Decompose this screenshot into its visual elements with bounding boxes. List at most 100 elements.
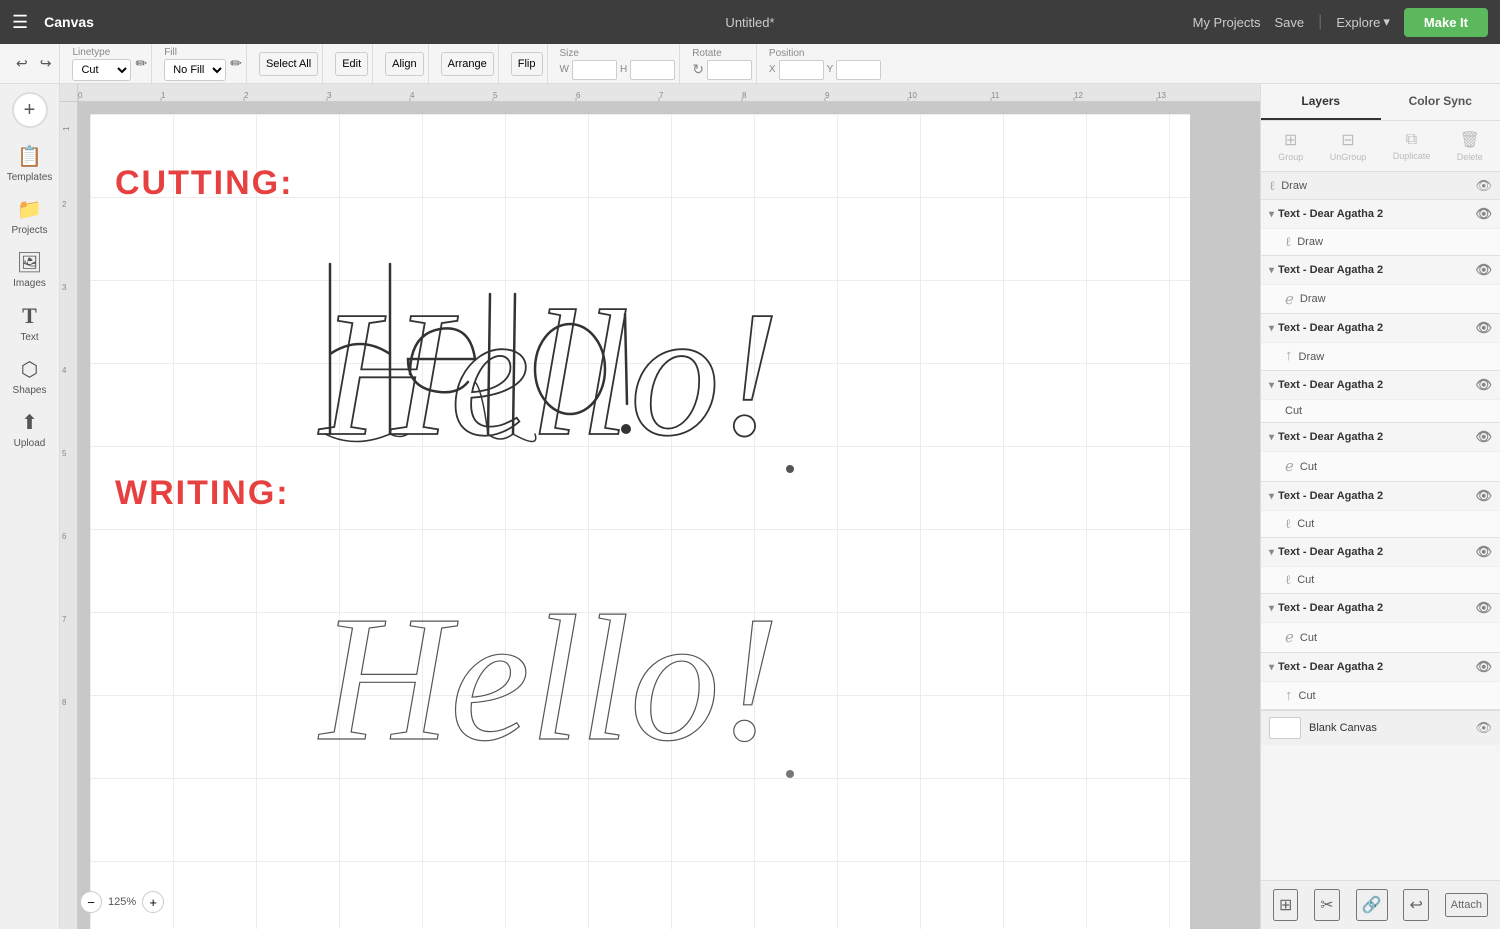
canvas-scroll[interactable]: CUTTING: bbox=[78, 102, 1260, 929]
rotate-input[interactable] bbox=[707, 60, 752, 80]
topbar: ☰ Canvas Untitled* My Projects Save | Ex… bbox=[0, 0, 1500, 44]
text-icon: T bbox=[22, 303, 37, 329]
layer-child-8[interactable]: ℯ Cut bbox=[1261, 622, 1500, 652]
width-input[interactable] bbox=[572, 60, 617, 80]
project-title[interactable]: Untitled* bbox=[725, 15, 774, 30]
blank-canvas-eye[interactable]: 👁 bbox=[1475, 720, 1492, 736]
my-projects-link[interactable]: My Projects bbox=[1193, 15, 1261, 30]
child-icon-1: ℓ bbox=[1285, 234, 1291, 250]
y-position-input[interactable] bbox=[836, 60, 881, 80]
zoom-out-button[interactable]: − bbox=[80, 891, 102, 913]
linetype-select[interactable]: Cut Draw Score bbox=[72, 59, 131, 81]
layer-group-8: ▾ Text - Dear Agatha 2 👁 ℯ Cut bbox=[1261, 594, 1500, 653]
layer-eye-1[interactable]: 👁 bbox=[1475, 206, 1492, 222]
flip-button[interactable]: Flip bbox=[511, 52, 543, 76]
parent-label-2: Text - Dear Agatha 2 bbox=[1278, 264, 1471, 276]
panel-link-button[interactable]: 🔗 bbox=[1356, 889, 1388, 921]
layer-eye-5[interactable]: 👁 bbox=[1475, 429, 1492, 445]
layer-eye-7[interactable]: 👁 bbox=[1475, 544, 1492, 560]
cutting-label: CUTTING: bbox=[115, 164, 293, 203]
layer-eye-8[interactable]: 👁 bbox=[1475, 600, 1492, 616]
layer-parent-3[interactable]: ▾ Text - Dear Agatha 2 👁 bbox=[1261, 314, 1500, 342]
fill-select[interactable]: No Fill Fill bbox=[164, 59, 226, 81]
sidebar-item-text[interactable]: T Text bbox=[4, 297, 56, 349]
tab-layers[interactable]: Layers bbox=[1261, 84, 1381, 120]
layer-child-9[interactable]: ↑ Cut bbox=[1261, 681, 1500, 709]
save-link[interactable]: Save bbox=[1275, 15, 1305, 30]
layer-child-7[interactable]: ℓ Cut bbox=[1261, 566, 1500, 593]
group-icon: ⊞ bbox=[1284, 130, 1297, 150]
layer-eye-4[interactable]: 👁 bbox=[1475, 377, 1492, 393]
layer-eye-2[interactable]: 👁 bbox=[1475, 262, 1492, 278]
child-icon-8: ℯ bbox=[1285, 628, 1294, 647]
svg-text:13: 13 bbox=[1157, 91, 1166, 100]
layer-parent-1[interactable]: ▾ Text - Dear Agatha 2 👁 bbox=[1261, 200, 1500, 228]
select-all-button[interactable]: Select All bbox=[259, 52, 318, 76]
panel-undo-button[interactable]: ↩ bbox=[1403, 889, 1428, 921]
images-icon: 🖼 bbox=[17, 250, 42, 275]
layer-child-4[interactable]: Cut bbox=[1261, 399, 1500, 422]
delete-button[interactable]: 🗑 Delete bbox=[1451, 127, 1489, 165]
layer-parent-2[interactable]: ▾ Text - Dear Agatha 2 👁 bbox=[1261, 256, 1500, 284]
sidebar-item-upload[interactable]: ⬆ Upload bbox=[4, 404, 56, 455]
sidebar-item-templates[interactable]: 📋 Templates bbox=[4, 138, 56, 189]
arrange-button[interactable]: Arrange bbox=[441, 52, 494, 76]
layer-parent-6[interactable]: ▾ Text - Dear Agatha 2 👁 bbox=[1261, 482, 1500, 510]
app-title: Canvas bbox=[44, 14, 94, 30]
writing-label: WRITING: bbox=[115, 474, 290, 513]
zoom-in-button[interactable]: + bbox=[142, 891, 164, 913]
height-input[interactable] bbox=[630, 60, 675, 80]
group-button[interactable]: ⊞ Group bbox=[1272, 127, 1309, 165]
svg-text:10: 10 bbox=[908, 91, 917, 100]
svg-text:Hello!: Hello! bbox=[318, 579, 780, 778]
tab-color-sync[interactable]: Color Sync bbox=[1381, 84, 1500, 120]
sidebar-item-images[interactable]: 🖼 Images bbox=[4, 244, 56, 295]
layer-child-draw-top[interactable]: ℓ Draw 👁 bbox=[1261, 172, 1500, 199]
child-icon-7: ℓ bbox=[1285, 572, 1291, 588]
redo-button[interactable]: ↪ bbox=[36, 53, 56, 74]
layer-group-5: ▾ Text - Dear Agatha 2 👁 ℯ Cut bbox=[1261, 423, 1500, 482]
layer-parent-8[interactable]: ▾ Text - Dear Agatha 2 👁 bbox=[1261, 594, 1500, 622]
layer-eye-icon[interactable]: 👁 bbox=[1475, 178, 1492, 194]
menu-icon[interactable]: ☰ bbox=[12, 12, 28, 33]
edit-button[interactable]: Edit bbox=[335, 52, 368, 76]
expand-icon-3: ▾ bbox=[1269, 323, 1274, 334]
layers-content: ℓ Draw 👁 ▾ Text - Dear Agatha 2 👁 ℓ Draw bbox=[1261, 172, 1500, 880]
panel-bottom: ⊞ ✂ 🔗 ↩ Attach bbox=[1261, 880, 1500, 929]
layer-parent-7[interactable]: ▾ Text - Dear Agatha 2 👁 bbox=[1261, 538, 1500, 566]
layer-eye-9[interactable]: 👁 bbox=[1475, 659, 1492, 675]
align-button[interactable]: Align bbox=[385, 52, 423, 76]
sidebar-item-shapes[interactable]: ⬡ Shapes bbox=[4, 351, 56, 402]
upload-icon: ⬆ bbox=[21, 410, 38, 435]
panel-grid-button[interactable]: ⊞ bbox=[1273, 889, 1298, 921]
layer-parent-5[interactable]: ▾ Text - Dear Agatha 2 👁 bbox=[1261, 423, 1500, 451]
layer-child-5[interactable]: ℯ Cut bbox=[1261, 451, 1500, 481]
layer-child-6[interactable]: ℓ Cut bbox=[1261, 510, 1500, 537]
panel-attach-button[interactable]: Attach bbox=[1445, 893, 1488, 917]
svg-text:1: 1 bbox=[161, 91, 166, 100]
duplicate-button[interactable]: ⧉ Duplicate bbox=[1387, 128, 1437, 164]
layer-eye-3[interactable]: 👁 bbox=[1475, 320, 1492, 336]
pen-icon: ✏ bbox=[135, 55, 147, 72]
make-it-button[interactable]: Make It bbox=[1404, 8, 1488, 37]
panel-scissors-button[interactable]: ✂ bbox=[1314, 889, 1339, 921]
layer-group-3: ▾ Text - Dear Agatha 2 👁 ↑ Draw bbox=[1261, 314, 1500, 371]
undo-button[interactable]: ↩ bbox=[12, 53, 32, 74]
blank-canvas-row[interactable]: Blank Canvas 👁 bbox=[1261, 710, 1500, 745]
templates-icon: 📋 bbox=[17, 144, 42, 169]
x-position-input[interactable] bbox=[779, 60, 824, 80]
svg-text:9: 9 bbox=[825, 91, 830, 100]
ungroup-button[interactable]: ⊟ UnGroup bbox=[1324, 127, 1373, 165]
layer-child-3[interactable]: ↑ Draw bbox=[1261, 342, 1500, 370]
explore-btn[interactable]: Explore ▾ bbox=[1336, 14, 1390, 30]
layer-group-9: ▾ Text - Dear Agatha 2 👁 ↑ Cut bbox=[1261, 653, 1500, 710]
layer-eye-6[interactable]: 👁 bbox=[1475, 488, 1492, 504]
layer-child-1[interactable]: ℓ Draw bbox=[1261, 228, 1500, 255]
sidebar-item-projects[interactable]: 📁 Projects bbox=[4, 191, 56, 242]
new-button[interactable]: + bbox=[12, 92, 48, 128]
linetype-label: Linetype bbox=[72, 47, 131, 58]
layer-parent-4[interactable]: ▾ Text - Dear Agatha 2 👁 bbox=[1261, 371, 1500, 399]
layer-parent-9[interactable]: ▾ Text - Dear Agatha 2 👁 bbox=[1261, 653, 1500, 681]
layer-group-6: ▾ Text - Dear Agatha 2 👁 ℓ Cut bbox=[1261, 482, 1500, 538]
layer-child-2[interactable]: ℯ Draw bbox=[1261, 284, 1500, 313]
